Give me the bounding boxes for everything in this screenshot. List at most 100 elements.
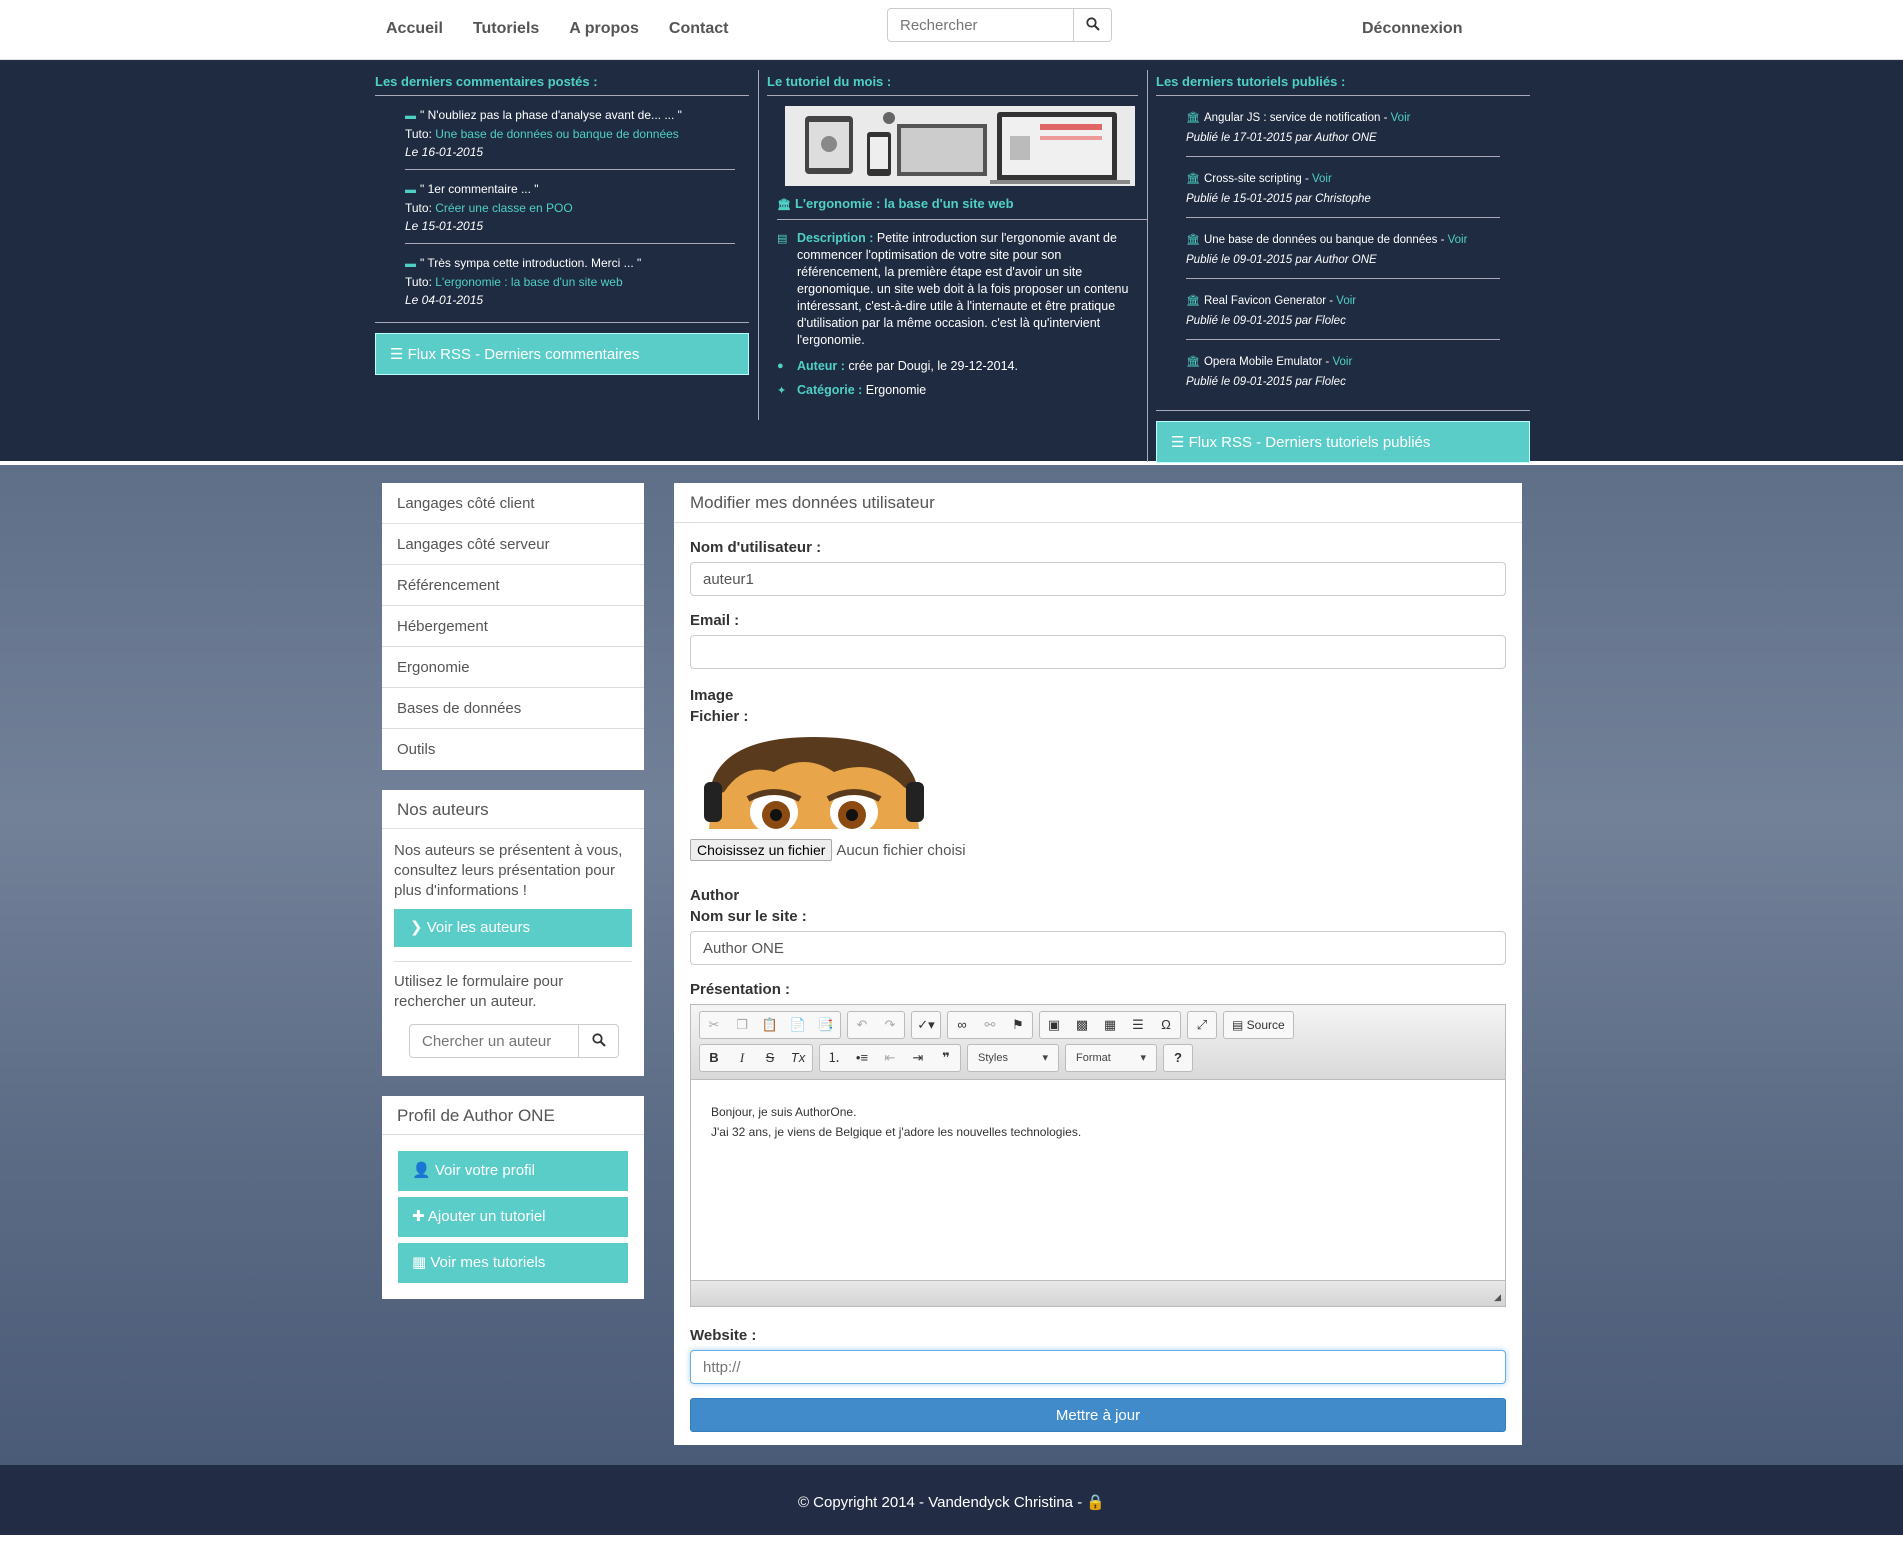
see-authors-button[interactable]: ❯ Voir les auteurs: [394, 909, 632, 947]
spellcheck-icon[interactable]: ✓▾: [912, 1012, 940, 1038]
tutorial-see-link[interactable]: Voir: [1312, 173, 1332, 185]
update-button[interactable]: Mettre à jour: [690, 1398, 1506, 1432]
menu-item-tools[interactable]: Outils: [382, 729, 644, 770]
tutorial-of-month-title: Le tutoriel du mois :: [767, 70, 1138, 96]
tutorial-of-month-image[interactable]: [785, 106, 1135, 186]
strikethrough-icon[interactable]: S: [756, 1045, 784, 1071]
horizontal-rule-icon[interactable]: ☰: [1124, 1012, 1152, 1038]
styles-dropdown[interactable]: Styles ▾: [968, 1045, 1058, 1071]
tutorial-of-month-name[interactable]: 🏛 L'ergonomie : la base d'un site web: [777, 186, 1147, 220]
comment-list: ▬ " N'oubliez pas la phase d'analyse avan…: [375, 96, 749, 317]
remove-format-icon[interactable]: Tx: [784, 1045, 812, 1071]
bold-icon[interactable]: B: [700, 1045, 728, 1071]
authors-search-text: Utilisez le formulaire pour rechercher u…: [394, 973, 564, 1010]
tutorials-rss-wrap: ☰ Flux RSS - Derniers tutoriels publiés: [1156, 410, 1530, 463]
special-char-icon[interactable]: Ω: [1152, 1012, 1180, 1038]
tutorial-see-link[interactable]: Voir: [1391, 112, 1411, 124]
email-field[interactable]: [690, 635, 1506, 669]
user-icon: 👤: [412, 1162, 435, 1179]
menu-item-seo[interactable]: Référencement: [382, 565, 644, 606]
source-label: Source: [1246, 1018, 1285, 1032]
menu-item-ergonomie[interactable]: Ergonomie: [382, 647, 644, 688]
paste-word-icon[interactable]: 📑: [812, 1012, 840, 1038]
sidebar: Langages côté client Langages côté serve…: [382, 483, 644, 1299]
editor-content[interactable]: Bonjour, je suis AuthorOne. J'ai 32 ans,…: [691, 1080, 1505, 1280]
website-label: Website :: [690, 1327, 757, 1344]
resize-handle-icon[interactable]: ◢: [1494, 1292, 1501, 1303]
list-icon: ▤: [777, 233, 788, 245]
table-icon[interactable]: ▦: [1096, 1012, 1124, 1038]
username-field[interactable]: [690, 562, 1506, 596]
tutorial-date: Publié le 15-01-2015 par Christophe: [1186, 193, 1371, 205]
tutorial-item: 🏛 Une base de données ou banque de donnée…: [1186, 218, 1500, 279]
tutorial-date: Publié le 09-01-2015 par Flolec: [1186, 315, 1346, 327]
nav-link-tutoriels[interactable]: Tutoriels: [473, 20, 539, 38]
nav-link-accueil[interactable]: Accueil: [386, 20, 443, 38]
image-icon[interactable]: ▣: [1040, 1012, 1068, 1038]
comment-date: Le 16-01-2015: [405, 145, 484, 159]
tutorial-see-link[interactable]: Voir: [1332, 356, 1352, 368]
flash-icon[interactable]: ▩: [1068, 1012, 1096, 1038]
unlink-icon[interactable]: ⚯: [976, 1012, 1004, 1038]
tutorial-see-link[interactable]: Voir: [1448, 234, 1468, 246]
format-label: Format: [1076, 1052, 1111, 1064]
website-field[interactable]: [690, 1350, 1506, 1384]
source-button[interactable]: ▤ Source: [1224, 1012, 1293, 1038]
lock-icon[interactable]: 🔒: [1086, 1494, 1105, 1511]
maximize-icon[interactable]: ⤢: [1188, 1012, 1216, 1038]
menu-item-client[interactable]: Langages côté client: [382, 483, 644, 524]
nav-link-apropos[interactable]: A propos: [569, 20, 639, 38]
sitename-field[interactable]: [690, 931, 1506, 965]
tutorials-rss-button[interactable]: ☰ Flux RSS - Derniers tutoriels publiés: [1156, 421, 1530, 463]
comment-icon: ▬: [405, 184, 416, 196]
category-menu: Langages côté client Langages côté serve…: [382, 483, 644, 770]
comment-tuto-link[interactable]: Une base de données ou banque de données: [435, 127, 679, 141]
author-label: Auteur :: [797, 359, 845, 373]
blockquote-icon[interactable]: ❞: [932, 1045, 960, 1071]
username-label: Nom d'utilisateur :: [690, 539, 822, 556]
italic-icon[interactable]: I: [728, 1045, 756, 1071]
numbered-list-icon[interactable]: ⒈: [820, 1045, 848, 1071]
nav-link-contact[interactable]: Contact: [669, 20, 729, 38]
editor-toolbar: ✂ ❐ 📋 📄 📑 ↶ ↷ ✓▾ ∞ ⚯ ⚑ ▣ ▩ ▦ ☰ Ω ⤢ ▤ Sou…: [691, 1005, 1505, 1080]
link-icon[interactable]: ∞: [948, 1012, 976, 1038]
anchor-flag-icon[interactable]: ⚑: [1004, 1012, 1032, 1038]
author-search-input[interactable]: [409, 1024, 579, 1058]
comments-rss-label: Flux RSS - Derniers commentaires: [407, 346, 640, 363]
logout-link[interactable]: Déconnexion: [1362, 20, 1462, 38]
author-text: crée par Dougi, le 29-12-2014.: [848, 359, 1018, 373]
presentation-editor: ✂ ❐ 📋 📄 📑 ↶ ↷ ✓▾ ∞ ⚯ ⚑ ▣ ▩ ▦ ☰ Ω ⤢ ▤ Sou…: [690, 1004, 1506, 1307]
my-tutorials-button[interactable]: ▦ Voir mes tutoriels: [398, 1243, 628, 1283]
paste-text-icon[interactable]: 📄: [784, 1012, 812, 1038]
help-icon[interactable]: ?: [1164, 1045, 1192, 1071]
tutorial-see-link[interactable]: Voir: [1336, 295, 1356, 307]
comment-tuto-link[interactable]: L'ergonomie : la base d'un site web: [435, 275, 622, 289]
source-icon: ▤: [1232, 1018, 1247, 1032]
comment-icon: ▬: [405, 258, 416, 270]
bank-icon: 🏛: [1186, 295, 1200, 307]
undo-icon[interactable]: ↶: [848, 1012, 876, 1038]
presentation-label: Présentation :: [690, 981, 791, 998]
choose-file-button[interactable]: Choisissez un fichier: [690, 839, 833, 861]
menu-item-server[interactable]: Langages côté serveur: [382, 524, 644, 565]
menu-item-hosting[interactable]: Hébergement: [382, 606, 644, 647]
author-search-button[interactable]: [579, 1024, 619, 1058]
comment-tuto-link[interactable]: Créer une classe en POO: [435, 201, 572, 215]
nav-search-input[interactable]: [887, 8, 1074, 42]
redo-icon[interactable]: ↷: [876, 1012, 904, 1038]
cut-icon[interactable]: ✂: [700, 1012, 728, 1038]
indent-icon[interactable]: ⇥: [904, 1045, 932, 1071]
bank-icon: 🏛: [1186, 112, 1200, 124]
bulleted-list-icon[interactable]: •≡: [848, 1045, 876, 1071]
menu-item-databases[interactable]: Bases de données: [382, 688, 644, 729]
dropdown-arrow-icon: ▾: [1140, 1052, 1146, 1064]
format-dropdown[interactable]: Format ▾: [1066, 1045, 1156, 1071]
view-profile-button[interactable]: 👤 Voir votre profil: [398, 1151, 628, 1191]
nav-search-button[interactable]: [1074, 8, 1112, 42]
copy-icon[interactable]: ❐: [728, 1012, 756, 1038]
add-tutorial-button[interactable]: ✚ Ajouter un tutoriel: [398, 1197, 628, 1237]
comment-quote: " 1er commentaire ... ": [420, 182, 539, 196]
paste-icon[interactable]: 📋: [756, 1012, 784, 1038]
outdent-icon[interactable]: ⇤: [876, 1045, 904, 1071]
comments-rss-button[interactable]: ☰ Flux RSS - Derniers commentaires: [375, 333, 749, 375]
